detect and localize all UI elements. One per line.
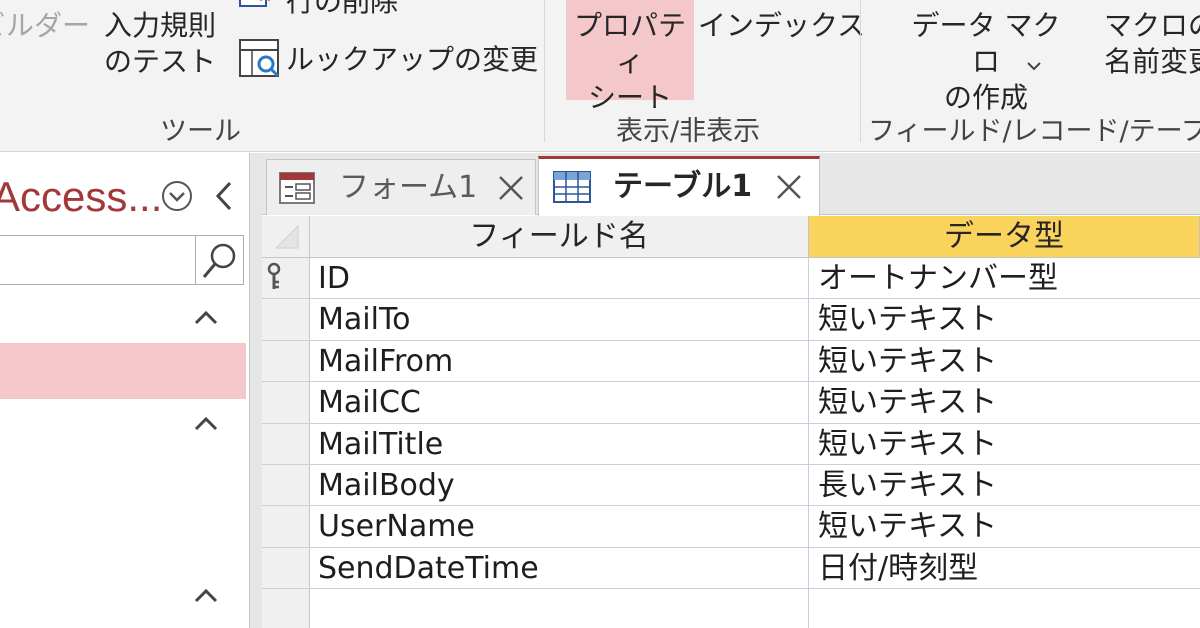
data-type-cell[interactable]: オートナンバー型: [818, 258, 1198, 298]
indexes-button[interactable]: インデックス: [698, 8, 865, 44]
ribbon: ビルダー 入力規則 のテスト 行の削除 ルックアップの変更 ツール プロパティ …: [0, 0, 1200, 152]
row-selector[interactable]: [262, 258, 310, 299]
select-all-corner[interactable]: [262, 216, 310, 258]
data-type-cell[interactable]: 短いテキスト: [818, 299, 1198, 339]
tab-table1[interactable]: テーブル1: [538, 156, 820, 216]
corner-triangle-icon: [274, 224, 299, 249]
table-row[interactable]: MailTitle 短いテキスト: [262, 423, 1200, 465]
column-divider: [808, 547, 809, 589]
collapse-group-icon[interactable]: [188, 581, 224, 611]
field-record-group-label: フィールド/レコード/テーブル: [868, 116, 1200, 147]
form-icon: [279, 172, 315, 204]
rename-macro-button[interactable]: マクロの 名前変更: [1074, 8, 1200, 80]
row-selector[interactable]: [262, 382, 310, 423]
tab-form1-label: フォーム1: [339, 170, 478, 205]
row-selector[interactable]: [262, 547, 310, 589]
column-divider: [808, 258, 809, 299]
search-icon[interactable]: [199, 240, 241, 282]
table-row[interactable]: MailTo 短いテキスト: [262, 299, 1200, 341]
table-row[interactable]: [262, 589, 1200, 628]
nav-item-selected[interactable]: [0, 343, 246, 399]
search-separator: [195, 236, 196, 284]
column-divider: [808, 299, 809, 340]
field-name-cell[interactable]: MailBody: [318, 465, 808, 505]
column-divider: [808, 340, 809, 382]
data-type-cell[interactable]: 日付/時刻型: [818, 548, 1198, 588]
ribbon-separator: [860, 0, 861, 142]
data-type-cell[interactable]: 短いテキスト: [818, 506, 1198, 546]
showhide-group-label: 表示/非表示: [616, 116, 761, 147]
data-type-cell[interactable]: 短いテキスト: [818, 382, 1198, 422]
table-row[interactable]: MailFrom 短いテキスト: [262, 340, 1200, 383]
table-row[interactable]: MailCC 短いテキスト: [262, 382, 1200, 424]
delete-rows-icon: [239, 0, 270, 7]
table-design-grid: フィールド名 データ型 ID オートナンバー型 MailTo 短いテキスト MailFr…: [262, 216, 1200, 628]
row-selector[interactable]: [262, 423, 310, 464]
close-icon[interactable]: [497, 174, 525, 202]
field-name-cell[interactable]: UserName: [318, 506, 808, 546]
row-selector[interactable]: [262, 299, 310, 340]
nav-search-input[interactable]: [0, 235, 244, 285]
modify-lookups-icon: [239, 39, 280, 78]
field-name-cell[interactable]: MailFrom: [318, 341, 808, 381]
table-row[interactable]: UserName 短いテキスト: [262, 506, 1200, 548]
data-type-cell[interactable]: [818, 589, 1198, 628]
document-area: フォーム1 テーブル1 フィールド名 データ型 ID オートナンバー型 Mail…: [262, 153, 1200, 628]
column-divider: [808, 589, 809, 628]
collapse-group-icon[interactable]: [188, 409, 224, 439]
pane-splitter[interactable]: [250, 153, 262, 628]
tab-table1-label: テーブル1: [613, 169, 753, 204]
test-validation-rules-button[interactable]: 入力規則 のテスト: [98, 8, 222, 80]
field-name-header[interactable]: フィールド名: [310, 216, 809, 258]
shutter-bar-close-icon[interactable]: [210, 179, 238, 213]
builder-button[interactable]: ビルダー: [0, 8, 90, 44]
data-type-cell[interactable]: 短いテキスト: [818, 341, 1198, 381]
document-tabs: フォーム1 テーブル1: [262, 153, 1200, 216]
nav-pane-title[interactable]: Access...: [0, 171, 162, 223]
column-divider: [808, 423, 809, 464]
property-sheet-label: プロパティ シート: [573, 9, 686, 114]
column-divider: [808, 465, 809, 506]
column-divider: [808, 382, 809, 423]
column-divider: [808, 506, 809, 547]
tools-group-label: ツール: [160, 116, 241, 147]
field-name-cell[interactable]: MailCC: [318, 382, 808, 422]
close-icon[interactable]: [775, 173, 803, 201]
table-row[interactable]: ID オートナンバー型: [262, 258, 1200, 300]
field-name-cell[interactable]: ID: [318, 258, 808, 298]
field-name-cell[interactable]: SendDateTime: [318, 548, 808, 588]
collapse-group-icon[interactable]: [188, 303, 224, 333]
row-selector[interactable]: [262, 340, 310, 382]
modify-lookups-label: ルックアップの変更: [286, 43, 539, 76]
field-name-cell[interactable]: MailTitle: [318, 424, 808, 464]
field-name-cell[interactable]: MailTo: [318, 299, 808, 339]
chevron-down-icon: [1027, 62, 1041, 71]
table-row[interactable]: SendDateTime 日付/時刻型: [262, 547, 1200, 590]
row-selector[interactable]: [262, 589, 310, 628]
table-row[interactable]: MailBody 長いテキスト: [262, 465, 1200, 507]
field-name-cell[interactable]: [318, 589, 808, 628]
nav-menu-dropdown-icon[interactable]: [160, 179, 194, 213]
ribbon-separator: [544, 0, 545, 142]
tab-form1[interactable]: フォーム1: [266, 159, 536, 215]
data-type-cell[interactable]: 短いテキスト: [818, 424, 1198, 464]
create-data-macros-label: データ マクロ の作成: [911, 9, 1061, 114]
row-selector[interactable]: [262, 506, 310, 547]
primary-key-icon: [267, 262, 281, 289]
navigation-pane: Access...: [0, 153, 250, 628]
data-type-header[interactable]: データ型: [809, 216, 1200, 258]
row-selector[interactable]: [262, 465, 310, 506]
table-icon: [553, 171, 591, 203]
delete-rows-label: 行の削除: [286, 0, 399, 18]
data-type-cell[interactable]: 長いテキスト: [818, 465, 1198, 505]
